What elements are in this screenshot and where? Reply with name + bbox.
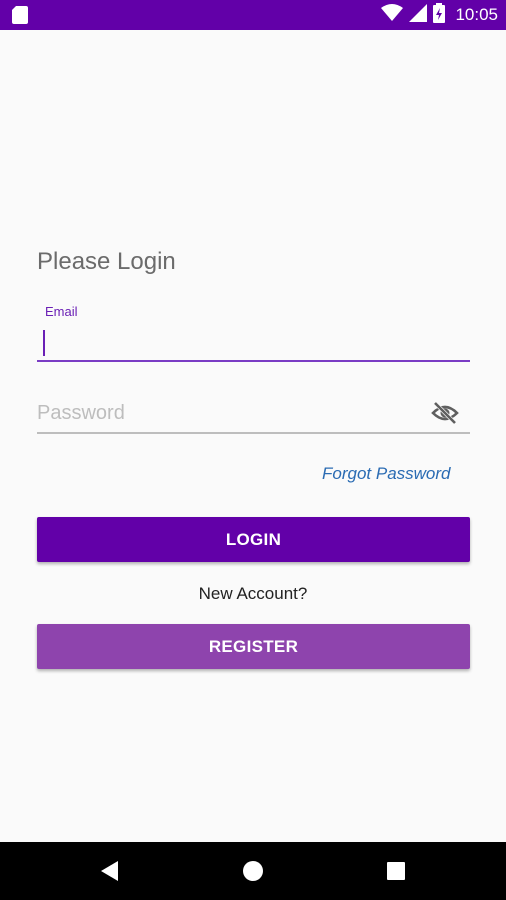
status-icons: 10:05 [381,0,498,30]
battery-icon [433,2,446,28]
email-label: Email [45,304,78,319]
eye-off-icon[interactable] [430,400,460,426]
navigation-bar [0,842,506,900]
login-screen: 10:05 Please Login Email Forgot Password… [0,0,506,900]
home-icon[interactable] [223,842,283,900]
sd-card-icon [12,6,28,29]
login-button[interactable]: LOGIN [37,517,470,562]
back-icon[interactable] [80,842,140,900]
new-account-text: New Account? [198,584,308,603]
status-bar: 10:05 [0,0,506,30]
recents-icon[interactable] [366,842,426,900]
text-cursor [43,330,45,356]
page-title: Please Login [37,248,176,275]
signal-icon [409,3,428,27]
email-field[interactable] [37,322,470,362]
password-field[interactable] [37,394,470,434]
forgot-password-link[interactable]: Forgot Password [322,464,451,484]
wifi-icon [381,3,404,27]
register-button[interactable]: REGISTER [37,624,470,669]
status-time: 10:05 [455,5,498,24]
